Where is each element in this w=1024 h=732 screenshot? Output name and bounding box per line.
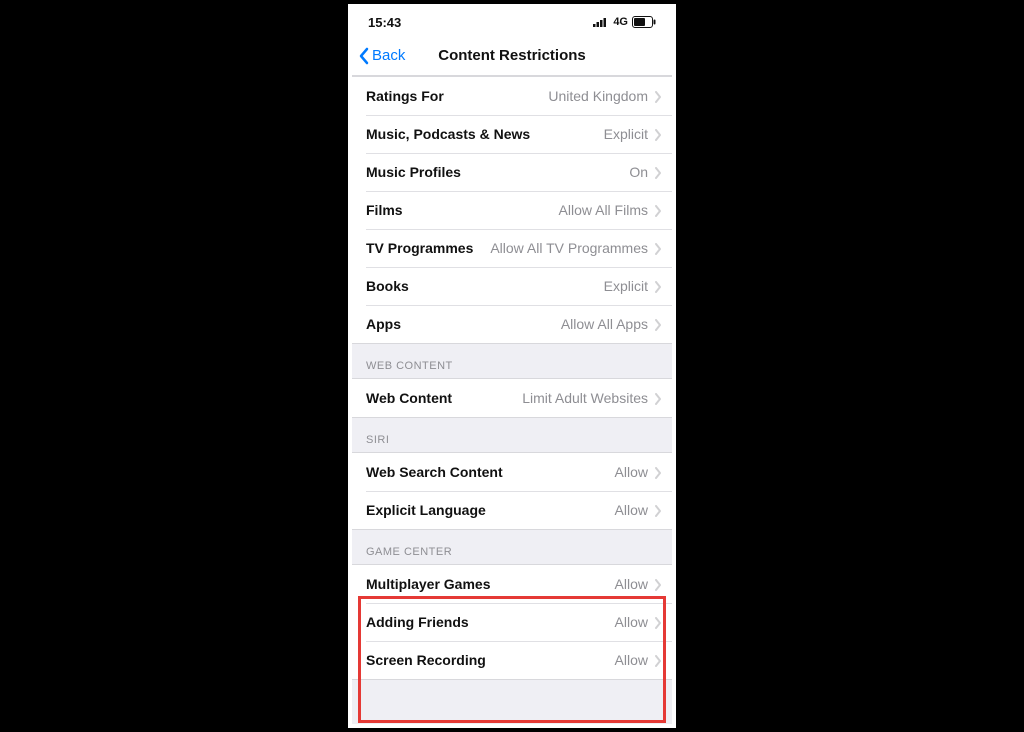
row-value: Allow (486, 502, 654, 518)
chevron-right-icon (654, 466, 662, 478)
chevron-right-icon (654, 392, 662, 404)
row-music-podcasts-news[interactable]: Music, Podcasts & News Explicit (352, 115, 672, 153)
row-label: Films (366, 202, 403, 218)
back-button[interactable]: Back (358, 47, 405, 65)
section-content: Ratings For United Kingdom Music, Podcas… (352, 76, 672, 344)
chevron-right-icon (654, 654, 662, 666)
battery-icon (632, 16, 656, 28)
chevron-right-icon (654, 90, 662, 102)
section-header-siri: SIRI (352, 418, 672, 452)
section-siri: Web Search Content Allow Explicit Langua… (352, 452, 672, 530)
row-label: Adding Friends (366, 614, 469, 630)
section-header-web-content: WEB CONTENT (352, 344, 672, 378)
network-label: 4G (613, 16, 628, 28)
row-tv-programmes[interactable]: TV Programmes Allow All TV Programmes (352, 229, 672, 267)
chevron-right-icon (654, 128, 662, 140)
row-value: Allow (469, 614, 654, 630)
row-label: Web Content (366, 390, 452, 406)
row-value: Allow All Films (403, 202, 654, 218)
row-label: Screen Recording (366, 652, 486, 668)
row-value: Explicit (409, 278, 654, 294)
chevron-right-icon (654, 280, 662, 292)
phone-frame: 15:43 4G (352, 8, 672, 724)
row-web-content[interactable]: Web Content Limit Adult Websites (352, 379, 672, 417)
row-screen-recording[interactable]: Screen Recording Allow (352, 641, 672, 679)
back-label: Back (372, 47, 405, 64)
chevron-left-icon (358, 47, 370, 65)
row-value: Allow (503, 464, 654, 480)
row-multiplayer-games[interactable]: Multiplayer Games Allow (352, 565, 672, 603)
status-bar: 15:43 4G (352, 8, 672, 36)
row-apps[interactable]: Apps Allow All Apps (352, 305, 672, 343)
section-game-center: Multiplayer Games Allow Adding Friends A… (352, 564, 672, 680)
row-value: Explicit (530, 126, 654, 142)
chevron-right-icon (654, 578, 662, 590)
row-label: Music Profiles (366, 164, 461, 180)
row-music-profiles[interactable]: Music Profiles On (352, 153, 672, 191)
row-value: United Kingdom (444, 88, 654, 104)
row-label: Apps (366, 316, 401, 332)
section-header-game-center: GAME CENTER (352, 530, 672, 564)
row-label: Multiplayer Games (366, 576, 491, 592)
row-value: Allow (491, 576, 655, 592)
status-time: 15:43 (368, 15, 401, 30)
chevron-right-icon (654, 166, 662, 178)
row-value: On (461, 164, 654, 180)
chevron-right-icon (654, 616, 662, 628)
row-label: Ratings For (366, 88, 444, 104)
row-value: Limit Adult Websites (452, 390, 654, 406)
row-label: Books (366, 278, 409, 294)
chevron-right-icon (654, 318, 662, 330)
chevron-right-icon (654, 242, 662, 254)
chevron-right-icon (654, 504, 662, 516)
row-value: Allow (486, 652, 654, 668)
row-explicit-language[interactable]: Explicit Language Allow (352, 491, 672, 529)
row-label: Music, Podcasts & News (366, 126, 530, 142)
row-adding-friends[interactable]: Adding Friends Allow (352, 603, 672, 641)
section-web: Web Content Limit Adult Websites (352, 378, 672, 418)
row-web-search-content[interactable]: Web Search Content Allow (352, 453, 672, 491)
row-value: Allow All TV Programmes (473, 240, 654, 256)
row-ratings-for[interactable]: Ratings For United Kingdom (352, 77, 672, 115)
row-label: Web Search Content (366, 464, 503, 480)
row-label: TV Programmes (366, 240, 473, 256)
row-films[interactable]: Films Allow All Films (352, 191, 672, 229)
chevron-right-icon (654, 204, 662, 216)
cellular-signal-icon (593, 17, 609, 27)
row-value: Allow All Apps (401, 316, 654, 332)
status-right: 4G (593, 16, 656, 28)
row-label: Explicit Language (366, 502, 486, 518)
row-books[interactable]: Books Explicit (352, 267, 672, 305)
nav-bar: Back Content Restrictions (352, 36, 672, 76)
